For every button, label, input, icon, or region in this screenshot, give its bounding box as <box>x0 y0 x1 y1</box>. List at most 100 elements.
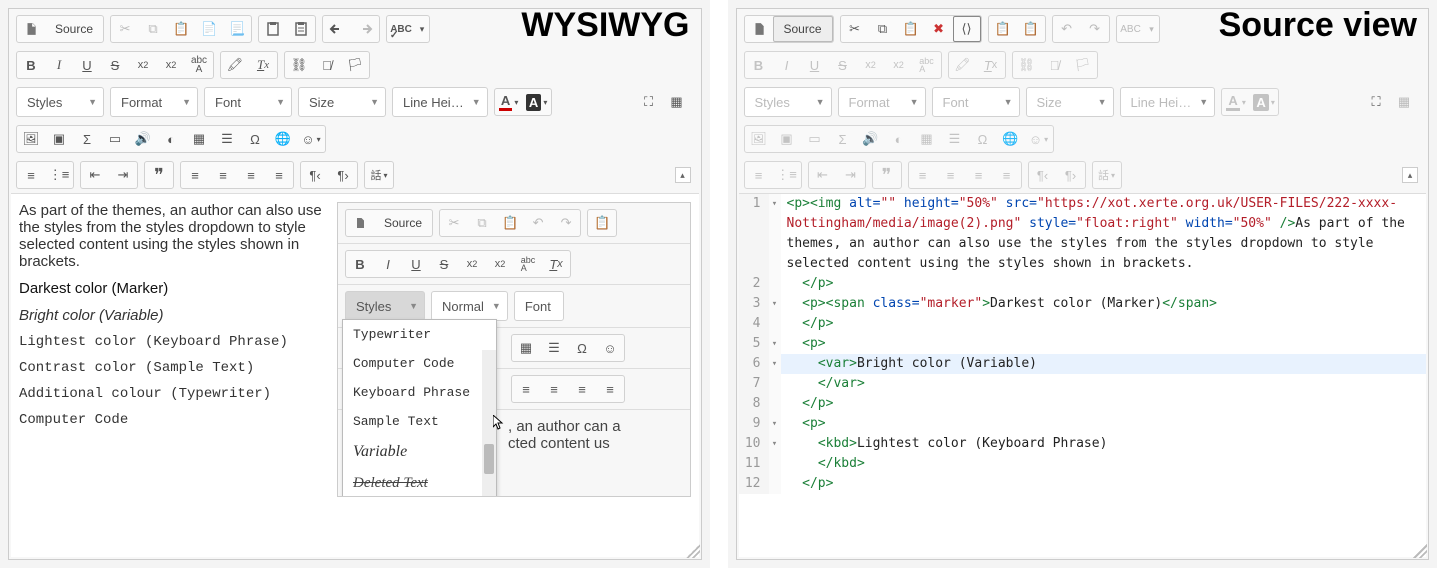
outdent-icon[interactable]: ⇤ <box>81 162 109 188</box>
text-color-icon[interactable]: A▾ <box>495 89 523 115</box>
clipboard2-icon[interactable] <box>287 16 315 42</box>
styles-menu-keyboard-phrase[interactable]: Keyboard Phrase <box>343 378 496 407</box>
size-dropdown[interactable]: Size▼ <box>298 87 386 117</box>
nested-align-center-icon[interactable]: ≡ <box>540 376 568 402</box>
nested-remove-fmt-icon[interactable]: Tx <box>542 251 570 277</box>
audio-icon[interactable]: 🔊 <box>129 126 157 152</box>
underline-icon[interactable]: U <box>73 52 101 78</box>
bullet-list-icon[interactable]: ⋮≡ <box>45 162 73 188</box>
fold-6[interactable]: ▾ <box>769 354 781 374</box>
r-resize-handle[interactable] <box>1413 544 1427 558</box>
rtl-icon[interactable]: ¶› <box>329 162 357 188</box>
cut-icon[interactable]: ✂ <box>111 16 139 42</box>
r-maximize-icon[interactable]: ⛶ <box>1362 89 1390 115</box>
collapse-toolbar-icon[interactable]: ▴ <box>675 167 691 183</box>
nested-source-button[interactable]: Source <box>374 210 432 236</box>
nested-undo-icon[interactable]: ↶ <box>524 210 552 236</box>
clipboard-icon[interactable] <box>259 16 287 42</box>
ruby-icon[interactable]: abcA <box>185 52 213 78</box>
image-icon[interactable]: 🖼 <box>17 126 45 152</box>
indent-icon[interactable]: ⇥ <box>109 162 137 188</box>
source-code-area[interactable]: 1▾<p><img alt="" height="50%" src="https… <box>739 193 1427 557</box>
format-dropdown[interactable]: Format▼ <box>110 87 198 117</box>
bg-color-icon[interactable]: A▾ <box>523 89 551 115</box>
styles-menu-variable[interactable]: Variable <box>343 436 496 468</box>
nested-sub-icon[interactable]: x2 <box>458 251 486 277</box>
nested-align-left-icon[interactable]: ≡ <box>512 376 540 402</box>
align-justify-icon[interactable]: ≡ <box>265 162 293 188</box>
nested-sup-icon[interactable]: x2 <box>486 251 514 277</box>
r-code-icon[interactable]: ⟨⟩ <box>953 16 981 42</box>
nested-underline-icon[interactable]: U <box>402 251 430 277</box>
globe-icon[interactable]: 🌐 <box>269 126 297 152</box>
superscript-icon[interactable]: x2 <box>157 52 185 78</box>
fold-1[interactable]: ▾ <box>769 194 781 274</box>
fold-10[interactable]: ▾ <box>769 434 781 454</box>
smiley-icon[interactable]: ☺▾ <box>297 126 325 152</box>
nested-align-just-icon[interactable]: ≡ <box>596 376 624 402</box>
font-dropdown[interactable]: Font▼ <box>204 87 292 117</box>
hr-icon[interactable]: ☰ <box>213 126 241 152</box>
align-right-icon[interactable]: ≡ <box>237 162 265 188</box>
styles-menu-computer-code[interactable]: Computer Code <box>343 349 496 378</box>
numbered-list-icon[interactable]: ≡ <box>17 162 45 188</box>
undo-icon[interactable] <box>323 16 351 42</box>
maximize-icon[interactable]: ⛶ <box>635 89 663 115</box>
subscript-icon[interactable]: x2 <box>129 52 157 78</box>
redo-icon[interactable] <box>351 16 379 42</box>
styles-menu-typewriter[interactable]: Typewriter <box>343 320 496 349</box>
table-icon[interactable]: ▦ <box>185 126 213 152</box>
nested-bold-icon[interactable]: B <box>346 251 374 277</box>
r-paste-x-icon[interactable]: ✖ <box>925 16 953 42</box>
copy-icon[interactable]: ⧉ <box>139 16 167 42</box>
link-icon[interactable]: ⛓ <box>285 52 313 78</box>
blockquote-icon[interactable]: ❞ <box>145 162 173 188</box>
nested-format-dropdown[interactable]: Normal▼ <box>431 291 508 321</box>
nested-smiley-icon[interactable]: ☺ <box>596 335 624 361</box>
nested-align-right-icon[interactable]: ≡ <box>568 376 596 402</box>
nested-table-icon[interactable]: ▦ <box>512 335 540 361</box>
fold-5[interactable]: ▾ <box>769 334 781 354</box>
resize-handle[interactable] <box>686 544 700 558</box>
omega-icon[interactable]: Ω <box>241 126 269 152</box>
flash-icon[interactable]: ▣ <box>45 126 73 152</box>
nested-copy-icon[interactable]: ⧉ <box>468 210 496 236</box>
spellcheck-caret[interactable]: ▾ <box>415 16 429 42</box>
math-icon[interactable]: Σ <box>73 126 101 152</box>
nested-cut-icon[interactable]: ✂ <box>440 210 468 236</box>
highlight-icon[interactable]: 🖍 <box>221 52 249 78</box>
nested-strike-icon[interactable]: S <box>430 251 458 277</box>
nested-hr-icon[interactable]: ☰ <box>540 335 568 361</box>
ltr-icon[interactable]: ¶‹ <box>301 162 329 188</box>
nested-clipboard-icon[interactable]: 📋 <box>588 210 616 236</box>
widget-icon[interactable]: ▭ <box>101 126 129 152</box>
language-icon[interactable]: 話▾ <box>365 162 393 188</box>
align-left-icon[interactable]: ≡ <box>181 162 209 188</box>
nested-redo-icon[interactable]: ↷ <box>552 210 580 236</box>
source-button[interactable]: Source <box>45 16 103 42</box>
nested-ruby-icon[interactable]: abcA <box>514 251 542 277</box>
remove-format-icon[interactable]: Tx <box>249 52 277 78</box>
bold-icon[interactable]: B <box>17 52 45 78</box>
styles-menu-deleted-text[interactable]: Deleted Text <box>343 468 496 497</box>
fold-9[interactable]: ▾ <box>769 414 781 434</box>
paste-icon[interactable]: 📋 <box>167 16 195 42</box>
nested-paste-icon[interactable]: 📋 <box>496 210 524 236</box>
nested-font-dropdown[interactable]: Font <box>514 291 564 321</box>
r-cut-icon[interactable]: ✂ <box>841 16 869 42</box>
unlink-icon[interactable]: ⛓̸ <box>313 52 341 78</box>
spellcheck-icon[interactable]: ABC✓ <box>387 16 415 42</box>
align-center-icon[interactable]: ≡ <box>209 162 237 188</box>
r-copy-icon[interactable]: ⧉ <box>869 16 897 42</box>
r-source-button[interactable]: Source <box>773 16 833 42</box>
wysiwyg-content[interactable]: As part of the themes, an author can als… <box>11 193 699 557</box>
fold-3[interactable]: ▾ <box>769 294 781 314</box>
paste-text-icon[interactable]: 📄 <box>195 16 223 42</box>
styles-dropdown[interactable]: Styles▼ <box>16 87 104 117</box>
nested-omega-icon[interactable]: Ω <box>568 335 596 361</box>
italic-icon[interactable]: I <box>45 52 73 78</box>
r-collapse-icon[interactable]: ▴ <box>1402 167 1418 183</box>
show-blocks-icon[interactable]: ▦ <box>663 89 691 115</box>
strike-icon[interactable]: S <box>101 52 129 78</box>
paste-word-icon[interactable]: 📃 <box>223 16 251 42</box>
